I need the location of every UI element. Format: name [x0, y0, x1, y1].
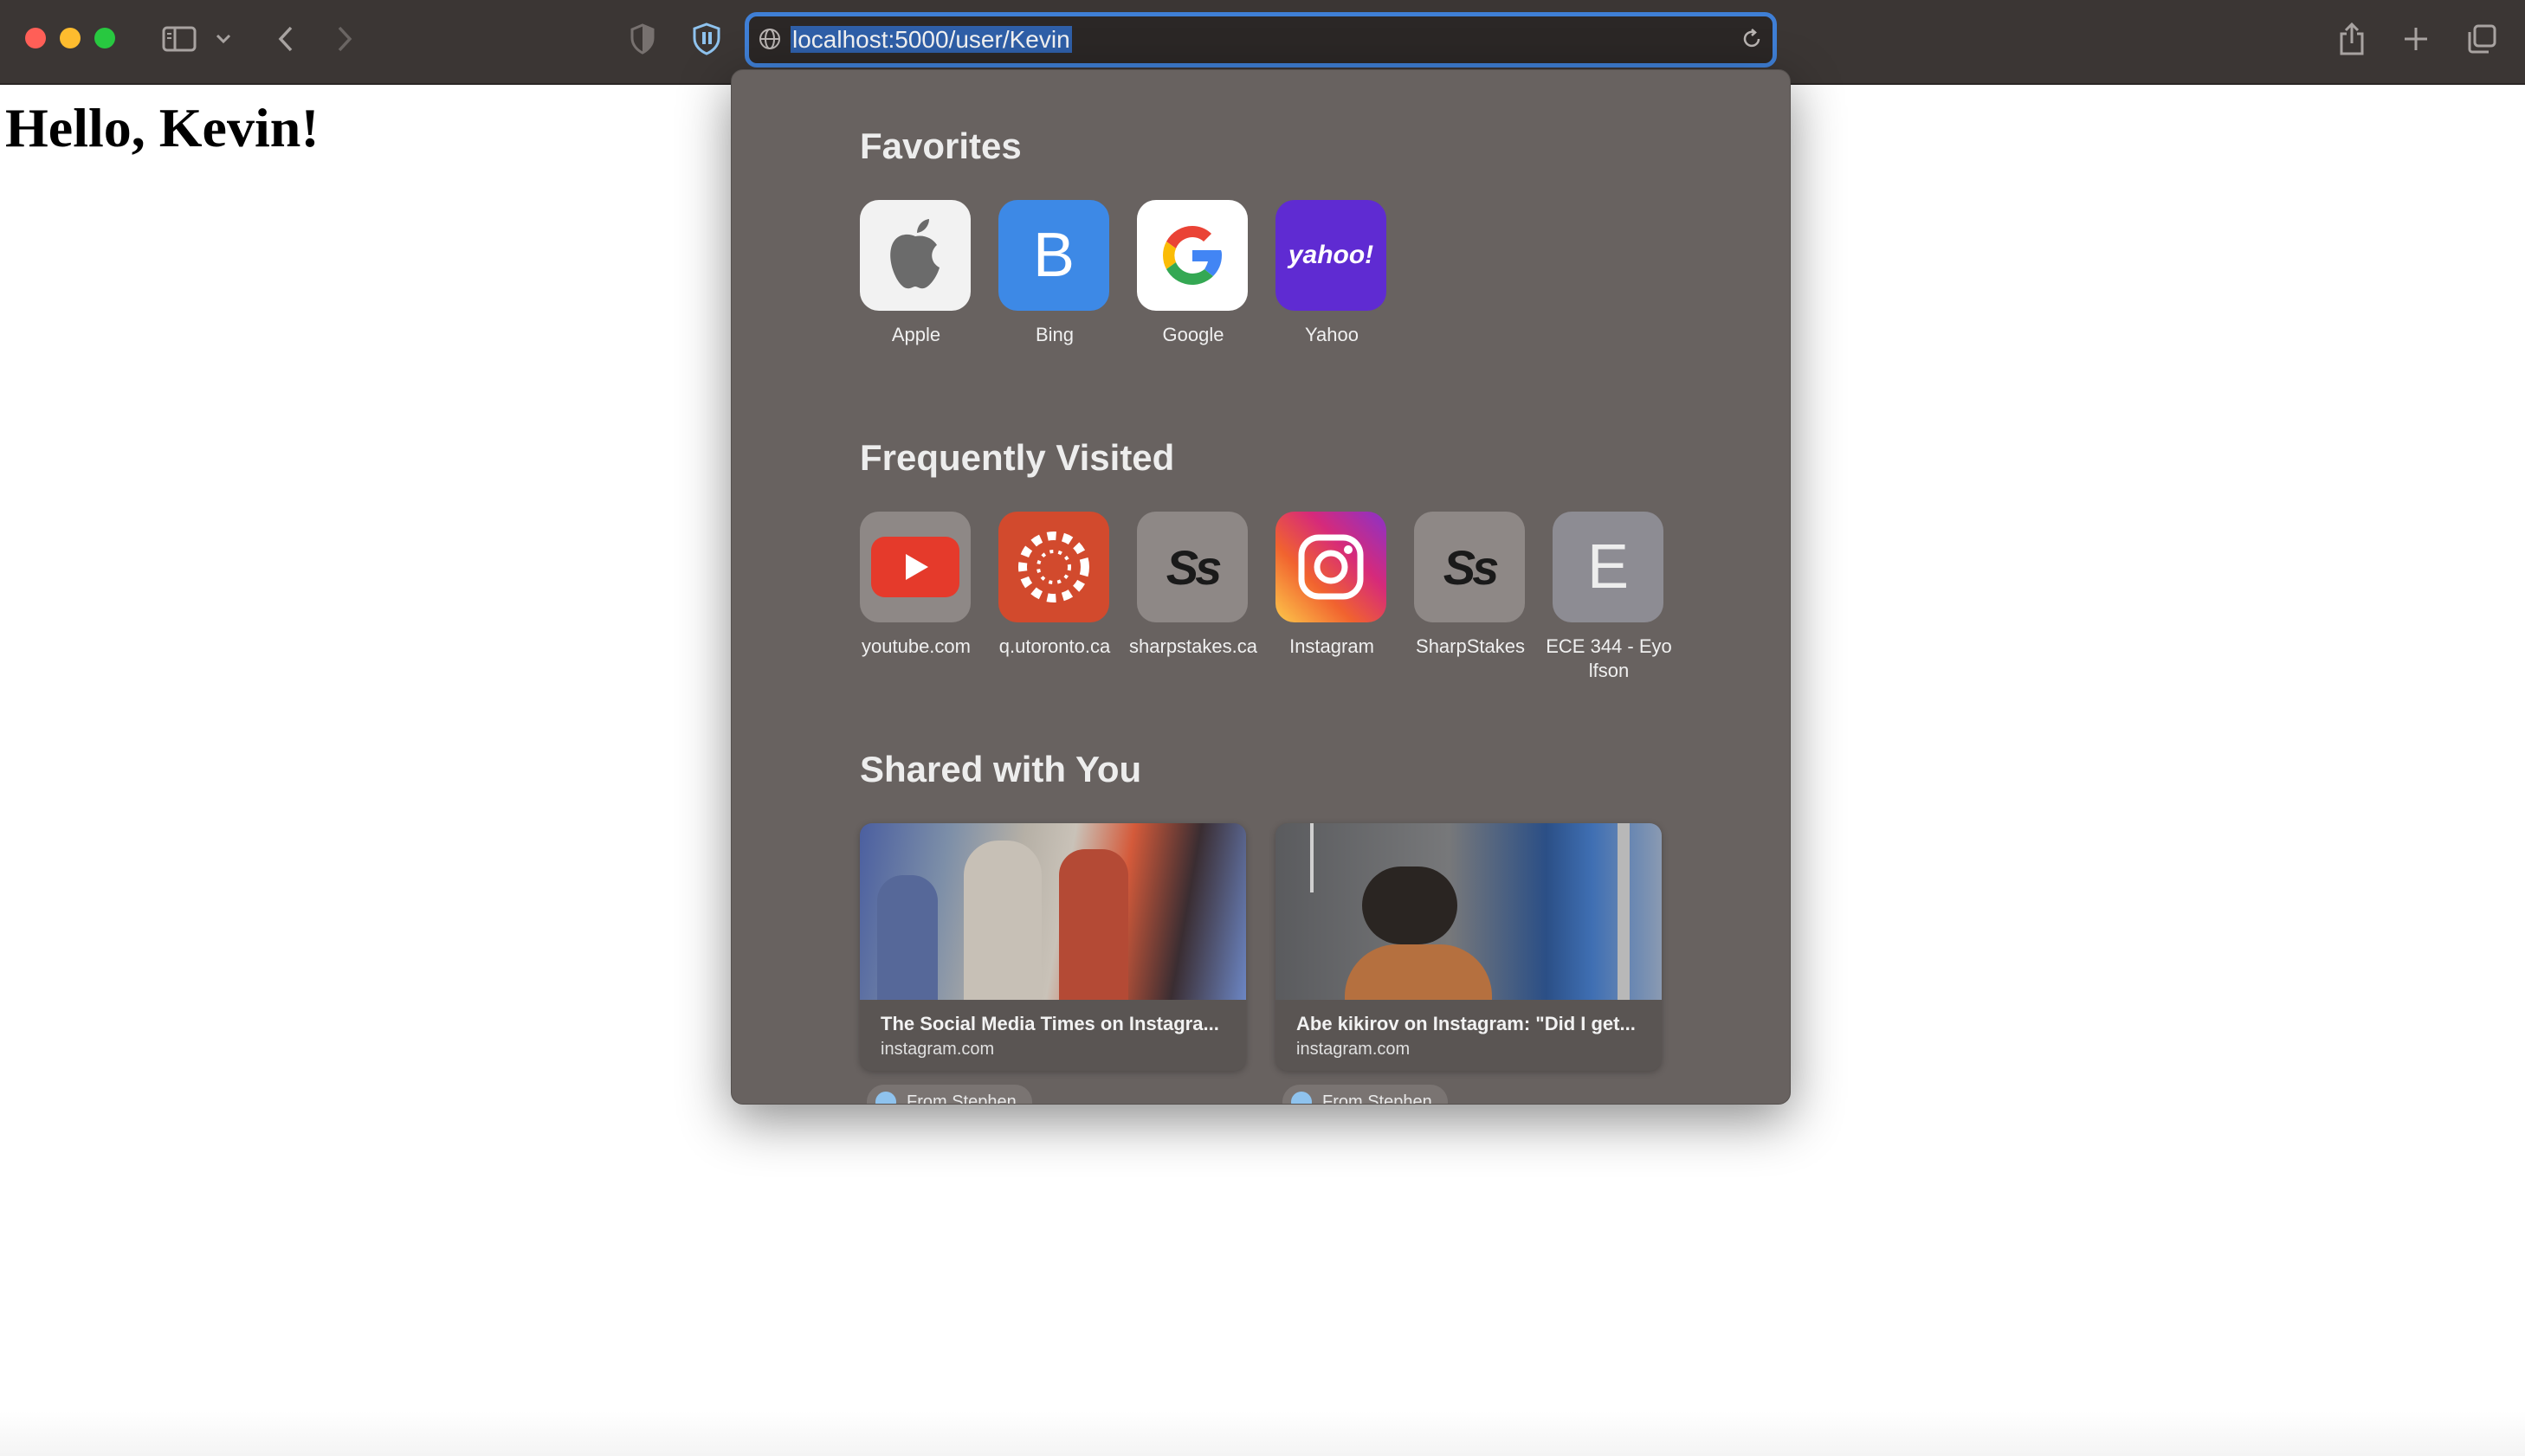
avatar: [1291, 1092, 1312, 1104]
youtube-icon: [860, 512, 971, 622]
plus-icon: [2405, 28, 2427, 50]
shield-icon: [630, 23, 655, 55]
frequent-label: ECE 344 - Eyolfson: [1546, 635, 1672, 681]
extension-shield-icon: [693, 23, 720, 55]
forward-button[interactable]: [327, 16, 362, 62]
bing-letter-icon: B: [998, 200, 1109, 311]
avatar: [875, 1092, 896, 1104]
frequent-tile-utoronto[interactable]: q.utoronto.ca: [998, 512, 1111, 659]
shared-from-badge[interactable]: From Stephen: [867, 1085, 1032, 1104]
address-bar[interactable]: localhost:5000/user/Kevin: [745, 12, 1777, 68]
favorites-heading: Favorites: [860, 126, 1022, 166]
shared-card-domain: instagram.com: [1296, 1040, 1411, 1059]
new-tab-button[interactable]: [2399, 16, 2433, 62]
favorite-tile-apple[interactable]: Apple: [860, 200, 972, 347]
favorite-tile-google[interactable]: Google: [1137, 200, 1250, 347]
frequent-tile-ece344[interactable]: E ECE 344 - Eyolfson: [1546, 512, 1672, 683]
chevron-right-icon: [338, 26, 352, 52]
share-icon: [2340, 22, 2364, 55]
share-button[interactable]: [2334, 16, 2369, 62]
sharpstakes-logo-icon: Ss: [1414, 512, 1525, 622]
frequent-tile-sharpstakes[interactable]: Ss SharpStakes: [1414, 512, 1527, 659]
favorite-tile-bing[interactable]: B Bing: [998, 200, 1111, 347]
shared-card-body[interactable]: The Social Media Times on Instagra... in…: [860, 823, 1246, 1071]
sidebar-menu-button[interactable]: [211, 16, 236, 62]
tabs-overview-icon: [2468, 24, 2496, 54]
back-button[interactable]: [268, 16, 303, 62]
apple-icon: [860, 200, 971, 311]
frequent-label: sharpstakes.ca: [1129, 635, 1257, 657]
globe-icon: [759, 29, 780, 49]
page-heading: Hello, Kevin!: [5, 97, 320, 158]
tab-overview-button[interactable]: [2463, 16, 2501, 62]
shared-card-domain: instagram.com: [881, 1040, 995, 1059]
shared-card-title: The Social Media Times on Instagra...: [881, 1013, 1219, 1034]
favorite-label: Apple: [891, 324, 941, 345]
favorite-label: Google: [1162, 324, 1224, 345]
zoom-window-button[interactable]: [94, 28, 115, 48]
shared-card-title: Abe kikirov on Instagram: "Did I get...: [1296, 1013, 1636, 1034]
shared-card-abe-kikirov[interactable]: Abe kikirov on Instagram: "Did I get... …: [1275, 823, 1662, 1104]
frequent-label: Instagram: [1289, 635, 1374, 657]
chevron-down-icon: [216, 34, 231, 44]
sharpstakes-logo-icon: Ss: [1137, 512, 1248, 622]
privacy-report-button[interactable]: [623, 16, 662, 62]
shared-from-badge[interactable]: From Stephen: [1282, 1085, 1448, 1104]
frequent-tile-instagram[interactable]: Instagram: [1275, 512, 1388, 659]
minimize-window-button[interactable]: [60, 28, 81, 48]
favorite-label: Bing: [1035, 324, 1075, 345]
page-bottom-edge: [0, 1411, 2525, 1456]
frequently-visited-heading: Frequently Visited: [860, 437, 1175, 478]
reload-icon[interactable]: [1740, 27, 1764, 51]
canvas-icon: [998, 512, 1109, 622]
close-window-button[interactable]: [25, 28, 46, 48]
instagram-icon: [1275, 512, 1386, 622]
frequent-label: SharpStakes: [1416, 635, 1525, 657]
shared-thumbnail-image: [860, 823, 1246, 1000]
yahoo-logo-icon: yahoo!: [1275, 200, 1386, 311]
sidebar-toggle-button[interactable]: [158, 16, 201, 62]
sidebar-icon: [162, 26, 197, 52]
google-icon: [1137, 200, 1248, 311]
frequent-label: q.utoronto.ca: [998, 635, 1111, 657]
favorite-tile-yahoo[interactable]: yahoo! Yahoo: [1275, 200, 1388, 347]
ece344-letter-icon: E: [1553, 512, 1663, 622]
start-page-popover: Favorites Apple B Bing Google yahoo! Yah…: [731, 69, 1791, 1105]
url-text[interactable]: localhost:5000/user/Kevin: [791, 25, 1072, 55]
shared-thumbnail-image: [1275, 823, 1662, 1000]
shared-card-body[interactable]: Abe kikirov on Instagram: "Did I get... …: [1275, 823, 1662, 1071]
frequent-label: youtube.com: [862, 635, 971, 657]
bitwarden-extension-button[interactable]: [686, 16, 727, 62]
frequent-tile-sharpstakes-ca[interactable]: Ss sharpstakes.ca: [1129, 512, 1257, 659]
shared-card-social-media-times[interactable]: The Social Media Times on Instagra... in…: [860, 823, 1246, 1104]
shared-with-you-heading: Shared with You: [860, 749, 1142, 789]
favorite-label: Yahoo: [1305, 324, 1359, 345]
chevron-left-icon: [278, 26, 293, 52]
frequent-tile-youtube[interactable]: youtube.com: [860, 512, 972, 659]
